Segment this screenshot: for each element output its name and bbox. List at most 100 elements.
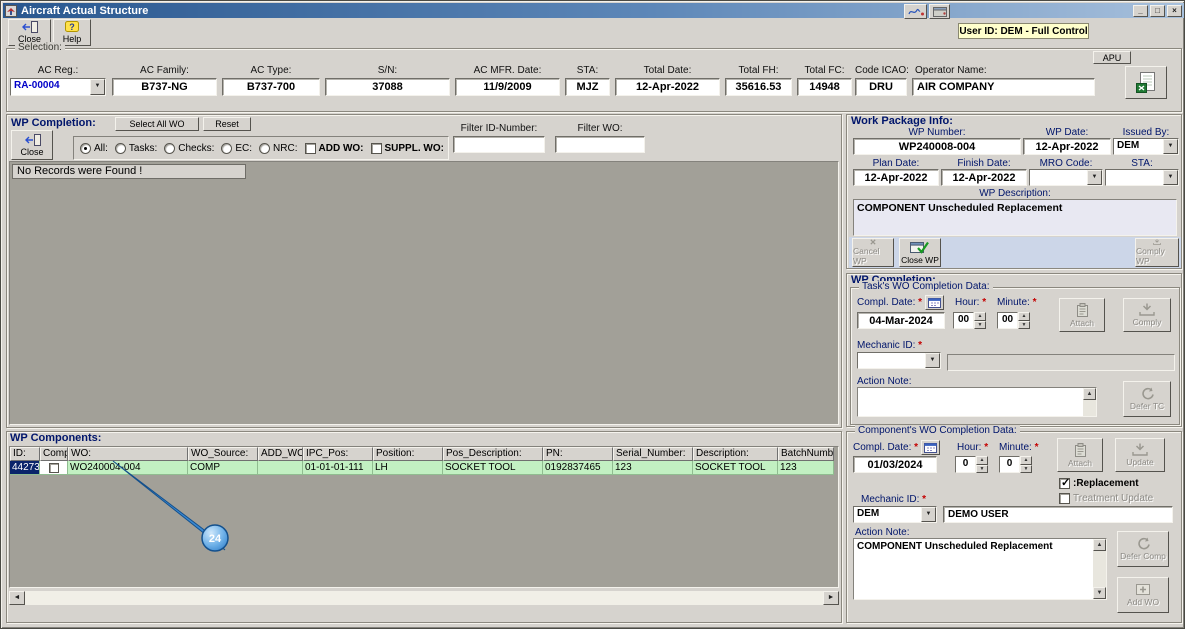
col-wo-source[interactable]: WO_Source:	[188, 447, 258, 461]
col-comply[interactable]: Comply:	[40, 447, 68, 461]
cancel-wp-button[interactable]: Cancel WP	[852, 238, 894, 267]
comp-action-note-scrollbar	[1093, 539, 1106, 599]
add-wo-button[interactable]: Add WO	[1117, 577, 1169, 613]
cell-pn[interactable]: 0192837465	[543, 461, 613, 475]
scroll-down-icon[interactable]	[1093, 587, 1106, 599]
task-hour-up-icon[interactable]	[974, 312, 986, 321]
cell-wo-source[interactable]: COMP	[188, 461, 258, 475]
cell-serial-number[interactable]: 123	[613, 461, 693, 475]
task-compl-date-value[interactable]: 04-Mar-2024	[857, 312, 945, 329]
export-report-button[interactable]	[1125, 66, 1167, 99]
chevron-down-icon[interactable]	[1087, 170, 1102, 185]
filter-id-input[interactable]	[453, 136, 545, 153]
chevron-down-icon[interactable]	[1163, 170, 1178, 185]
col-add-wo[interactable]: ADD_WO:	[258, 447, 303, 461]
cell-batch-number[interactable]: 123	[778, 461, 834, 475]
col-pos-description[interactable]: Pos_Description:	[443, 447, 543, 461]
select-all-wo-button[interactable]: Select All WO	[115, 117, 199, 131]
add-wo-checkbox[interactable]: ADD WO:	[304, 142, 364, 154]
comply-checkbox-icon[interactable]	[48, 462, 59, 473]
signature-icon-button[interactable]	[904, 4, 927, 19]
comp-action-note-input[interactable]: COMPONENT Unscheduled Replacement	[854, 539, 1093, 599]
cell-id[interactable]: 44273	[10, 461, 40, 475]
ac-reg-combo[interactable]: RA-00004	[10, 78, 106, 96]
comp-calendar-button[interactable]	[921, 440, 940, 455]
calendar-icon	[924, 443, 937, 453]
chevron-down-icon[interactable]	[1163, 139, 1178, 154]
chevron-down-icon[interactable]	[921, 507, 936, 522]
wp-description-value[interactable]: COMPONENT Unscheduled Replacement	[853, 199, 1177, 236]
task-mechanic-combo[interactable]	[857, 352, 941, 369]
comp-mechanic-combo[interactable]: DEM	[853, 506, 937, 523]
cell-comply[interactable]	[40, 461, 68, 475]
wp-sta-combo[interactable]	[1105, 169, 1179, 186]
filter-wo-input[interactable]	[555, 136, 645, 153]
comply-wp-button[interactable]: Comply WP	[1135, 238, 1179, 267]
table-row[interactable]: 44273 WO240004-004 COMP 01-01-01-111 LH …	[10, 461, 838, 475]
suppl-wo-checkbox[interactable]: SUPPL. WO:	[370, 142, 444, 154]
comp-update-button[interactable]: Update	[1115, 438, 1165, 472]
issued-by-combo[interactable]: DEM	[1113, 138, 1179, 155]
defer-tc-button[interactable]: Defer TC	[1123, 381, 1171, 417]
reset-button[interactable]: Reset	[203, 117, 251, 131]
apu-button[interactable]: APU	[1093, 51, 1131, 64]
cell-position[interactable]: LH	[373, 461, 443, 475]
radio-nrc[interactable]: NRC:	[259, 142, 298, 154]
col-id[interactable]: ID:	[10, 447, 40, 461]
scroll-left-icon[interactable]	[9, 591, 25, 605]
window-close-button[interactable]: ×	[1167, 4, 1182, 17]
comp-hour-down-icon[interactable]	[976, 464, 988, 473]
col-serial-number[interactable]: Serial_Number:	[613, 447, 693, 461]
comp-attach-button[interactable]: Attach	[1057, 438, 1103, 472]
cell-pos-description[interactable]: SOCKET TOOL	[443, 461, 543, 475]
window-preview-icon-button[interactable]	[929, 4, 950, 19]
task-minute-down-icon[interactable]	[1018, 320, 1030, 329]
defer-comp-button[interactable]: Defer Comp	[1117, 531, 1169, 567]
chevron-down-icon[interactable]	[90, 79, 105, 95]
components-horizontal-scrollbar[interactable]	[9, 591, 839, 605]
radio-all[interactable]: All:	[80, 142, 108, 154]
comp-minute-up-icon[interactable]	[1020, 456, 1032, 465]
scroll-up-icon[interactable]	[1093, 539, 1106, 551]
mro-code-combo[interactable]	[1029, 169, 1103, 186]
replacement-checkbox[interactable]: :Replacement	[1059, 476, 1139, 489]
minimize-button[interactable]: _	[1133, 4, 1148, 17]
scroll-right-icon[interactable]	[823, 591, 839, 605]
radio-checks[interactable]: Checks:	[164, 142, 214, 154]
col-batch-number[interactable]: BatchNumber	[778, 447, 834, 461]
cell-add-wo[interactable]	[258, 461, 303, 475]
plan-date-value[interactable]: 12-Apr-2022	[853, 169, 939, 186]
scrollbar-track[interactable]	[25, 591, 823, 605]
finish-date-value[interactable]: 12-Apr-2022	[941, 169, 1027, 186]
wp-records-area[interactable]: No Records were Found !	[9, 161, 839, 425]
col-description[interactable]: Description:	[693, 447, 778, 461]
col-pn[interactable]: PN:	[543, 447, 613, 461]
task-minute-up-icon[interactable]	[1018, 312, 1030, 321]
col-position[interactable]: Position:	[373, 447, 443, 461]
radio-tasks[interactable]: Tasks:	[114, 142, 157, 154]
cell-description[interactable]: SOCKET TOOL	[693, 461, 778, 475]
task-action-note-input[interactable]	[858, 388, 1083, 416]
radio-ec[interactable]: EC:	[221, 142, 252, 154]
col-wo[interactable]: WO:	[68, 447, 188, 461]
task-hour-value[interactable]: 00	[953, 312, 974, 329]
scroll-up-icon[interactable]	[1083, 388, 1096, 400]
close-wp-button[interactable]: Close WP	[899, 238, 941, 267]
comp-minute-down-icon[interactable]	[1020, 464, 1032, 473]
maximize-button[interactable]: □	[1150, 4, 1165, 17]
comp-hour-value[interactable]: 0	[955, 456, 976, 473]
task-minute-value[interactable]: 00	[997, 312, 1018, 329]
cell-wo[interactable]: WO240004-004	[68, 461, 188, 475]
close-panel-button[interactable]: Close	[11, 130, 53, 160]
treatment-update-checkbox[interactable]: Treatment Update	[1059, 493, 1153, 504]
task-calendar-button[interactable]	[925, 295, 944, 310]
comp-compl-date-value[interactable]: 01/03/2024	[853, 456, 937, 473]
task-attach-button[interactable]: Attach	[1059, 298, 1105, 332]
task-hour-down-icon[interactable]	[974, 320, 986, 329]
chevron-down-icon[interactable]	[925, 353, 940, 368]
cell-ipc-pos[interactable]: 01-01-01-111	[303, 461, 373, 475]
comp-minute-value[interactable]: 0	[999, 456, 1020, 473]
col-ipc-pos[interactable]: IPC_Pos:	[303, 447, 373, 461]
comp-hour-up-icon[interactable]	[976, 456, 988, 465]
task-comply-button[interactable]: Comply	[1123, 298, 1171, 332]
